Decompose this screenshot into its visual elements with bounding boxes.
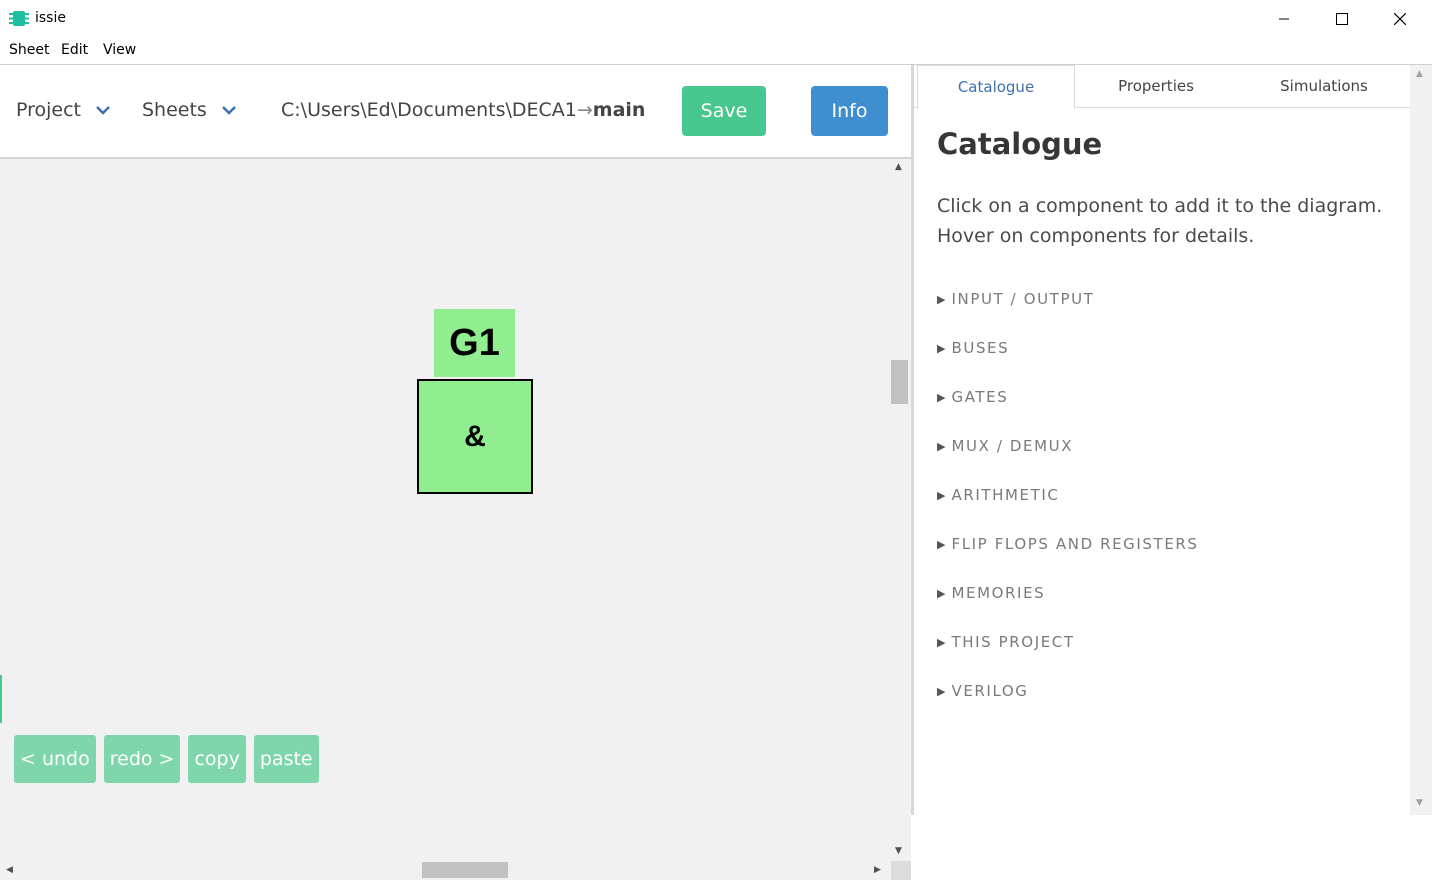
schematic-canvas[interactable]: G1 & < undo redo > copy paste <box>0 159 891 861</box>
schematic-pane: Project Sheets C:\Users\Ed\Documents\DEC… <box>0 65 911 880</box>
expand-triangle-icon: ▶ <box>937 586 946 600</box>
category-label: THIS PROJECT <box>951 633 1075 651</box>
scrollbar-corner <box>891 861 911 880</box>
project-toolbar: Project Sheets C:\Users\Ed\Documents\DEC… <box>0 65 911 159</box>
category-buses[interactable]: ▶ BUSES <box>937 339 1009 357</box>
expand-triangle-icon: ▶ <box>937 537 946 551</box>
category-label: MUX / DEMUX <box>951 437 1074 455</box>
project-path: C:\Users\Ed\Documents\DECA1→main <box>281 99 645 121</box>
scroll-right-arrow-icon[interactable]: ▶ <box>874 866 881 875</box>
category-input-output[interactable]: ▶ INPUT / OUTPUT <box>937 290 1094 308</box>
undo-button[interactable]: < undo <box>14 735 96 783</box>
scroll-down-arrow-icon[interactable]: ▼ <box>895 847 902 856</box>
category-gates[interactable]: ▶ GATES <box>937 388 1008 406</box>
category-mux-demux[interactable]: ▶ MUX / DEMUX <box>937 437 1073 455</box>
category-label: ARITHMETIC <box>951 486 1060 504</box>
redo-button[interactable]: redo > <box>103 735 181 783</box>
sheets-dropdown[interactable]: Sheets <box>142 99 237 121</box>
horizontal-scroll-thumb[interactable] <box>422 862 508 878</box>
category-label: BUSES <box>951 339 1010 357</box>
right-panel: Catalogue Properties Simulations Catalog… <box>914 65 1410 815</box>
info-button[interactable]: Info <box>811 86 888 136</box>
catalogue-description-line2: Hover on components for details. <box>937 225 1255 247</box>
category-label: GATES <box>951 388 1009 406</box>
close-icon <box>1394 13 1406 25</box>
menu-bar: Sheet Edit View <box>0 38 1432 64</box>
edit-button-group: < undo redo > copy paste <box>14 735 327 783</box>
scroll-up-arrow-icon[interactable]: ▲ <box>895 163 902 172</box>
minimize-button[interactable] <box>1255 0 1313 38</box>
scroll-left-arrow-icon[interactable]: ◀ <box>6 866 13 875</box>
copy-button[interactable]: copy <box>188 735 246 783</box>
issie-app-icon <box>9 11 29 26</box>
paste-button[interactable]: paste <box>253 735 319 783</box>
expand-triangle-icon: ▶ <box>937 439 946 453</box>
tab-simulations[interactable]: Simulations <box>1240 65 1408 107</box>
canvas-vertical-scrollbar[interactable]: ▲ ▼ <box>891 159 911 861</box>
category-label: FLIP FLOPS AND REGISTERS <box>951 535 1199 553</box>
chevron-down-icon <box>221 106 236 115</box>
category-label: MEMORIES <box>951 584 1046 602</box>
catalogue-description: Click on a component to add it to the di… <box>937 191 1397 251</box>
maximize-icon <box>1336 13 1348 25</box>
category-verilog[interactable]: ▶ VERILOG <box>937 682 1029 700</box>
tab-properties[interactable]: Properties <box>1074 65 1238 107</box>
canvas-horizontal-scrollbar[interactable]: ◀ ▶ <box>0 861 891 880</box>
save-button[interactable]: Save <box>682 86 766 136</box>
menu-sheet[interactable]: Sheet <box>9 42 49 58</box>
window-title: issie <box>35 10 66 26</box>
tab-catalogue[interactable]: Catalogue <box>917 65 1075 109</box>
category-this-project[interactable]: ▶ THIS PROJECT <box>937 633 1075 651</box>
catalogue-title: Catalogue <box>937 127 1103 161</box>
expand-triangle-icon: ▶ <box>937 684 946 698</box>
category-label: INPUT / OUTPUT <box>951 290 1095 308</box>
expand-triangle-icon: ▶ <box>937 292 946 306</box>
category-memories[interactable]: ▶ MEMORIES <box>937 584 1045 602</box>
chevron-down-icon <box>96 106 110 115</box>
expand-triangle-icon: ▶ <box>937 390 946 404</box>
path-prefix: C:\Users\Ed\Documents\DECA1 <box>281 99 577 121</box>
expand-triangle-icon: ▶ <box>937 341 946 355</box>
category-flip-flops-registers[interactable]: ▶ FLIP FLOPS AND REGISTERS <box>937 535 1199 553</box>
catalogue-description-line1: Click on a component to add it to the di… <box>937 195 1383 217</box>
menu-view[interactable]: View <box>103 42 136 58</box>
maximize-button[interactable] <box>1313 0 1371 38</box>
right-panel-scrollbar[interactable]: ▲ ▼ <box>1410 65 1432 815</box>
and-gate-component[interactable]: & <box>417 379 533 494</box>
project-dropdown-label: Project <box>16 99 82 121</box>
scroll-down-arrow-icon[interactable]: ▼ <box>1416 799 1423 808</box>
category-arithmetic[interactable]: ▶ ARITHMETIC <box>937 486 1060 504</box>
sheets-dropdown-label: Sheets <box>142 99 207 121</box>
path-arrow: → <box>576 99 593 121</box>
expand-triangle-icon: ▶ <box>937 488 946 502</box>
panel-tabs: Catalogue Properties Simulations <box>914 65 1410 109</box>
scroll-up-arrow-icon[interactable]: ▲ <box>1416 70 1423 79</box>
expand-triangle-icon: ▶ <box>937 635 946 649</box>
current-sheet-name: main <box>592 99 646 121</box>
canvas-edge-marker <box>0 675 2 723</box>
project-dropdown[interactable]: Project <box>16 99 111 121</box>
vertical-scroll-thumb[interactable] <box>891 360 908 404</box>
close-button[interactable] <box>1371 0 1429 38</box>
minimize-icon <box>1279 18 1289 20</box>
title-bar: issie <box>0 0 1432 38</box>
category-label: VERILOG <box>951 682 1029 700</box>
menu-edit[interactable]: Edit <box>61 42 88 58</box>
component-label[interactable]: G1 <box>434 309 515 377</box>
